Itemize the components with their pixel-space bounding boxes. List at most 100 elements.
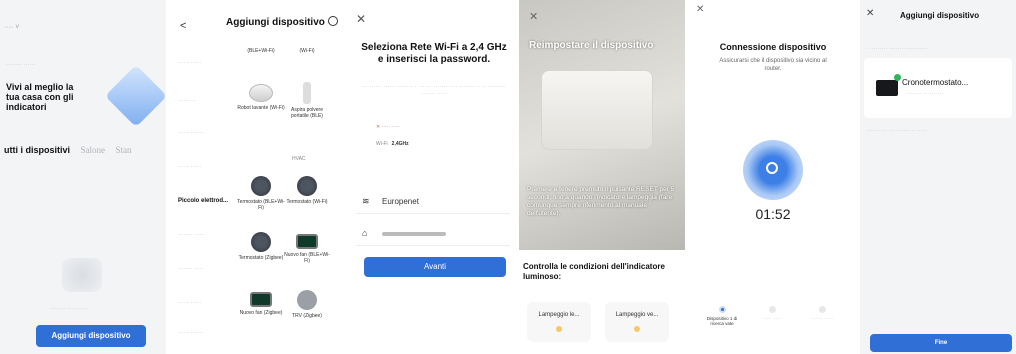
option-label: Lampeggio le... — [538, 312, 580, 318]
ssid-input[interactable]: Europenet — [382, 197, 419, 206]
step-registering: ······ ······ — [752, 306, 792, 321]
category-item[interactable]: ······ ······ — [178, 300, 228, 306]
category-item[interactable]: ······ ········ — [178, 130, 228, 136]
connecting-screen: ✕ Connessione dispositivo Assicurarsi ch… — [690, 0, 856, 354]
wifi-title: Seleziona Rete Wi-Fi a 2,4 GHz e inseris… — [361, 42, 507, 65]
lock-icon: ⌂ — [362, 228, 368, 238]
category-item[interactable]: ········ ····· — [178, 266, 228, 272]
page-title: Aggiungi dispositivo — [226, 17, 325, 28]
scan-icon[interactable] — [328, 16, 338, 26]
wifi-icon: ≋ — [362, 196, 370, 206]
device-label: Nuovo fan (Zigbee) — [239, 310, 283, 316]
close-icon[interactable]: ✕ — [696, 4, 704, 15]
connecting-subtitle: Assicurarsi che il dispositivo sia vicin… — [719, 58, 827, 72]
device-added-screen: ✕ Aggiungi dispositivo · ········· ·····… — [860, 0, 1016, 354]
close-icon[interactable]: ✕ — [356, 12, 366, 26]
close-icon[interactable]: ✕ — [866, 8, 874, 19]
category-item[interactable]: ········ ······ — [178, 232, 228, 238]
handheld-vacuum-icon — [303, 82, 311, 104]
wifi-note: ··· ······ ······ ········ · ··· ··· ···… — [362, 84, 506, 97]
device-thermostat-ble-wifi[interactable]: Termostato (BLE+Wi-Fi) — [236, 176, 286, 211]
empty-state-text: ········ ·········· — [50, 306, 88, 312]
wifi-24ghz-row: Wi-Fi 2,4GHz — [376, 141, 409, 147]
success-check-icon — [894, 74, 901, 81]
device-name[interactable]: Cronotermostato... — [902, 78, 968, 87]
device-vacuum[interactable]: Aspira polvere portatile (BLE) — [282, 82, 332, 119]
add-device-screen: < Aggiungi dispositivo ···· ········ ···… — [170, 0, 338, 354]
blink-indicator-icon — [556, 326, 562, 332]
step-label: Dispositivo 1 di ricerca vate — [706, 316, 738, 326]
home-small-text: ········ ······ — [6, 62, 36, 68]
home-hero-text: Vivi al meglio la tua casa con gli indic… — [6, 82, 74, 112]
device-thermostat-wifi[interactable]: Termostato (Wi-Fi) — [282, 176, 332, 205]
device-label: TRV (Zigbee) — [292, 313, 322, 319]
step-dot-icon — [818, 306, 826, 313]
device-label: Termostato (BLE+Wi-Fi) — [237, 199, 285, 211]
device-label: Nuovo fan (BLE+Wi-Fi) — [284, 252, 330, 264]
close-icon[interactable]: ✕ — [529, 10, 538, 23]
category-item-small-appliance[interactable]: Piccolo elettrod... — [178, 198, 228, 204]
band-value: 2,4GHz — [391, 141, 409, 147]
thermostat-icon — [251, 232, 271, 252]
device-label: Robot lavante (Wi-Fi) — [237, 105, 285, 111]
password-input[interactable] — [382, 232, 446, 236]
searching-icon — [743, 140, 803, 200]
device-label: Termostato (Wi-Fi) — [286, 199, 328, 205]
reset-screen: ✕ Reimpostare il dispositivo Premere e t… — [519, 0, 685, 354]
countdown-timer: 01:52 — [755, 206, 791, 222]
step-searching: Dispositivo 1 di ricerca vate — [702, 306, 742, 326]
router-device-icon — [541, 70, 653, 150]
option-fast-blink[interactable]: Lampeggio le... — [527, 302, 591, 342]
step-dot-icon — [718, 306, 726, 313]
thermostat-icon — [251, 176, 271, 196]
hvac-section-label: HVAC — [292, 156, 306, 162]
category-item[interactable]: ······ ······ — [178, 164, 228, 170]
reset-title: Reimpostare il dispositivo — [529, 40, 654, 51]
trv-valve-icon — [297, 290, 317, 310]
added-note: · ········· ······· ··········· — [866, 46, 927, 52]
device-label: Termostato (Zigbee) — [238, 255, 284, 261]
thermostat-thumbnail-icon — [876, 80, 898, 96]
fan-controller-icon — [250, 292, 272, 307]
category-item[interactable]: ······· ·· — [178, 98, 228, 104]
empty-devices-icon — [62, 258, 102, 292]
step-dot-icon — [768, 306, 776, 313]
add-device-button[interactable]: Aggiungi dispositivo — [36, 325, 146, 347]
device-fan-zigbee[interactable]: Nuovo fan (Zigbee) — [236, 292, 286, 316]
room-tabs: utti i dispositivi Salone Stan — [4, 145, 132, 155]
wifi-5ghz-row: ✕ ····· ····· — [376, 124, 400, 130]
option-slow-blink[interactable]: Lampeggio ve... — [605, 302, 669, 342]
indicator-check-title: Controlla le condizioni dell'indicatore … — [523, 262, 665, 281]
tab-stanza[interactable]: Stan — [116, 145, 132, 155]
added-device-card[interactable]: Cronotermostato... ········ ·········· — [864, 58, 1012, 118]
device-header: (Wi-Fi) — [299, 48, 315, 54]
device-fan-ble-wifi[interactable]: Nuovo fan (BLE+Wi-Fi) — [282, 234, 332, 264]
connecting-title: Connessione dispositivo — [719, 42, 827, 52]
device-trv-zigbee[interactable]: TRV (Zigbee) — [282, 290, 332, 319]
device-header: (BLE+Wi-Fi) — [247, 48, 275, 54]
wifi-screen: ✕ Seleziona Rete Wi-Fi a 2,4 GHz e inser… — [346, 0, 516, 354]
fan-controller-icon — [296, 234, 318, 249]
device-sub-text: ········ ·········· — [906, 91, 944, 97]
device-robot[interactable]: Robot lavante (Wi-Fi) — [236, 84, 286, 111]
home-screen: ···· ˅ ········ ······ Vivi al meglio la… — [0, 0, 166, 354]
back-icon[interactable]: < — [180, 20, 186, 32]
option-label: Lampeggio ve... — [615, 312, 659, 318]
page-title: Aggiungi dispositivo — [900, 11, 980, 20]
step-initializing: ········ ······ — [802, 306, 842, 321]
next-button[interactable]: Avanti — [364, 257, 506, 277]
home-dropdown[interactable]: ···· ˅ — [4, 24, 19, 31]
device-label: Aspira polvere portatile (BLE) — [291, 107, 323, 119]
robot-vacuum-icon — [249, 84, 273, 102]
device-thermostat-zigbee[interactable]: Termostato (Zigbee) — [236, 232, 286, 261]
password-row[interactable]: ⌂ — [356, 222, 510, 246]
cube-illustration-icon — [104, 64, 166, 128]
blink-indicator-icon — [634, 326, 640, 332]
thermostat-icon — [297, 176, 317, 196]
tab-salone[interactable]: Salone — [81, 145, 106, 155]
ssid-row[interactable]: ≋ Europenet — [356, 190, 510, 214]
category-item[interactable]: ···· ········ — [178, 60, 228, 66]
category-item[interactable]: ······ ······· — [178, 330, 228, 336]
finish-button[interactable]: Fine — [870, 334, 1012, 352]
tab-all-devices[interactable]: utti i dispositivi — [4, 145, 70, 155]
